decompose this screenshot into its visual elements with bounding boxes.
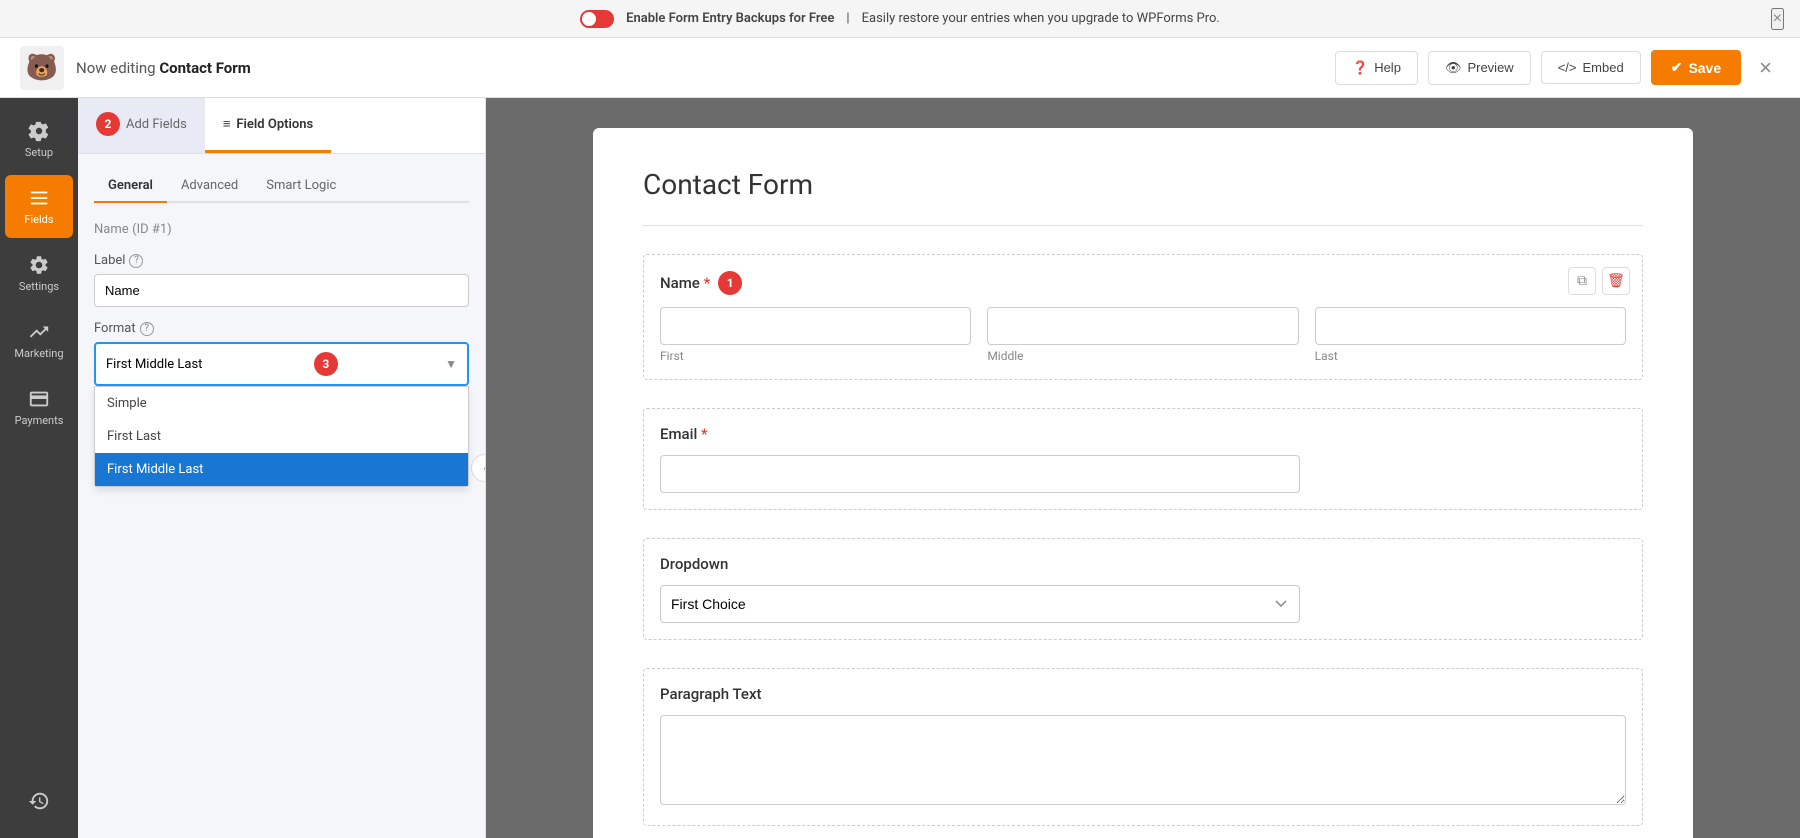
sidebar-item-setup-label: Setup [25, 146, 53, 159]
paragraph-field-section[interactable]: Paragraph Text [643, 668, 1643, 826]
last-name-group: Last [1315, 307, 1626, 363]
name-field-section[interactable]: Name * 1 ⧉ 🗑 First Middle [643, 254, 1643, 380]
name-field-badge: 1 [718, 271, 742, 295]
form-preview-area: Contact Form Name * 1 ⧉ 🗑 [486, 98, 1800, 838]
header-right: ❓ Help 👁 Preview </> Embed ✔ Save × [1335, 50, 1780, 85]
paragraph-field-label: Paragraph Text [660, 685, 762, 703]
email-field-section[interactable]: Email * [643, 408, 1643, 510]
paragraph-label-row: Paragraph Text [660, 685, 1626, 703]
close-button[interactable]: × [1751, 51, 1780, 85]
email-label-row: Email * [660, 425, 1626, 443]
form-name-label: Contact Form [159, 59, 250, 77]
format-section: First Middle Last 3 ▼ Simple First Last … [94, 342, 469, 386]
banner-separator: | [846, 11, 849, 26]
first-name-label: First [660, 349, 971, 363]
first-name-input[interactable] [660, 307, 971, 345]
sidebar-item-fields[interactable]: Fields [5, 175, 73, 238]
banner-main-text: Enable Form Entry Backups for Free [626, 11, 834, 26]
dropdown-label-row: Dropdown [660, 555, 1626, 573]
header-left: 🐻 Now editing Contact Form [20, 46, 251, 90]
tab-smart-logic[interactable]: Smart Logic [252, 170, 350, 203]
main-layout: Setup Fields Settings Marketing Payments… [0, 98, 1800, 838]
sidebar-item-fields-label: Fields [24, 213, 53, 226]
last-name-input[interactable] [1315, 307, 1626, 345]
tab-general[interactable]: General [94, 170, 167, 203]
form-card: Contact Form Name * 1 ⧉ 🗑 [593, 128, 1693, 838]
top-banner: Enable Form Entry Backups for Free | Eas… [0, 0, 1800, 38]
middle-name-group: Middle [987, 307, 1298, 363]
tab-advanced[interactable]: Advanced [167, 170, 252, 203]
help-button[interactable]: ❓ Help [1335, 51, 1418, 85]
format-option-first-last[interactable]: First Last [95, 420, 468, 453]
form-divider [643, 225, 1643, 226]
format-field-label: Format ? [94, 321, 469, 336]
save-checkmark-icon: ✔ [1671, 59, 1683, 76]
format-selected-label: First Middle Last [106, 357, 202, 372]
save-button[interactable]: ✔ Save [1651, 50, 1741, 85]
label-field-label: Label ? [94, 253, 469, 268]
panel-tabs: 2 Add Fields ≡ Field Options [78, 98, 485, 154]
editing-label: Now editing Contact Form [76, 59, 251, 77]
field-section-title: Name (ID #1) [94, 221, 469, 237]
field-options-icon: ≡ [223, 116, 231, 132]
add-fields-badge: 2 [96, 112, 120, 136]
dropdown-select[interactable]: First Choice Second Choice Third Choice [660, 585, 1300, 623]
embed-icon: </> [1558, 60, 1577, 75]
dropdown-field-section[interactable]: Dropdown First Choice Second Choice Thir… [643, 538, 1643, 640]
banner-sub-text: Easily restore your entries when you upg… [862, 11, 1220, 26]
field-options-tab[interactable]: ≡ Field Options [205, 98, 331, 153]
email-input[interactable] [660, 455, 1300, 493]
form-title: Contact Form [643, 168, 1643, 201]
middle-name-label: Middle [987, 349, 1298, 363]
sidebar-item-settings-label: Settings [19, 280, 59, 293]
format-dropdown-trigger[interactable]: First Middle Last 3 ▼ [94, 342, 469, 386]
name-label-row: Name * 1 [660, 271, 1626, 295]
copy-icon[interactable]: ⧉ [1568, 267, 1596, 295]
label-input[interactable] [94, 274, 469, 307]
header-bar: 🐻 Now editing Contact Form ❓ Help 👁 Prev… [0, 38, 1800, 98]
format-badge: 3 [314, 352, 338, 376]
email-required-star: * [701, 425, 708, 443]
sidebar-item-setup[interactable]: Setup [5, 108, 73, 171]
name-field-label: Name * [660, 274, 710, 292]
sidebar-item-payments-label: Payments [15, 414, 64, 427]
delete-icon[interactable]: 🗑 [1602, 267, 1630, 295]
embed-button[interactable]: </> Embed [1541, 51, 1641, 84]
sidebar-item-marketing-label: Marketing [14, 347, 63, 360]
sidebar-item-settings[interactable]: Settings [5, 242, 73, 305]
format-dropdown-arrow: ▼ [445, 357, 457, 371]
format-help-icon[interactable]: ? [140, 322, 154, 336]
name-fields-row: First Middle Last [660, 307, 1626, 363]
add-fields-label: Add Fields [126, 117, 187, 132]
help-icon: ❓ [1352, 60, 1368, 76]
last-name-label: Last [1315, 349, 1626, 363]
preview-icon: 👁 [1445, 60, 1462, 76]
panel-content: General Advanced Smart Logic Name (ID #1… [78, 154, 485, 838]
banner-close-button[interactable]: × [1771, 8, 1784, 30]
field-options-label: Field Options [236, 117, 313, 132]
sidebar: Setup Fields Settings Marketing Payments [0, 98, 78, 838]
field-panel: 2 Add Fields ≡ Field Options General Adv… [78, 98, 486, 838]
sidebar-item-history[interactable] [5, 778, 73, 828]
banner-toggle[interactable] [580, 10, 614, 28]
sidebar-item-marketing[interactable]: Marketing [5, 309, 73, 372]
middle-name-input[interactable] [987, 307, 1298, 345]
dropdown-field-label: Dropdown [660, 555, 728, 573]
format-dropdown-menu: Simple First Last First Middle Last [94, 386, 469, 487]
field-sub-tabs: General Advanced Smart Logic [94, 170, 469, 203]
add-fields-tab[interactable]: 2 Add Fields [78, 98, 205, 153]
name-action-icons: ⧉ 🗑 [1568, 267, 1630, 295]
logo-bear: 🐻 [20, 46, 64, 90]
email-field-label: Email * [660, 425, 708, 443]
sidebar-item-payments[interactable]: Payments [5, 376, 73, 439]
format-option-first-middle-last[interactable]: First Middle Last [95, 453, 468, 486]
name-required-star: * [704, 274, 711, 292]
first-name-group: First [660, 307, 971, 363]
format-option-simple[interactable]: Simple [95, 387, 468, 420]
preview-button[interactable]: 👁 Preview [1428, 51, 1531, 85]
paragraph-textarea[interactable] [660, 715, 1626, 805]
label-help-icon[interactable]: ? [129, 254, 143, 268]
